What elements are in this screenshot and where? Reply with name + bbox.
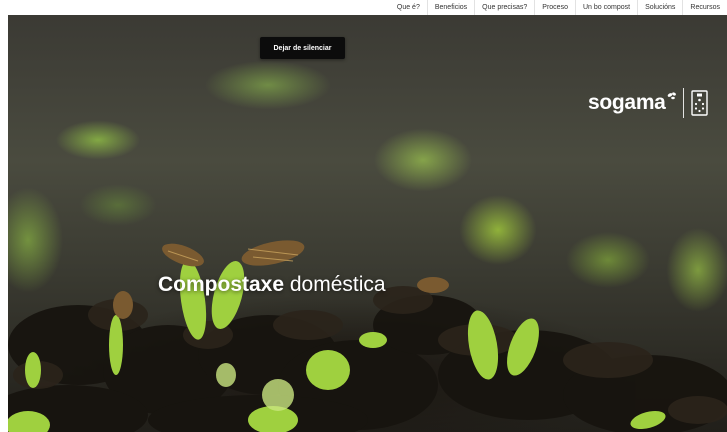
nav-item-un-bo-compost[interactable]: Un bo compost (574, 0, 637, 15)
nav-item-que-e[interactable]: Que é? (390, 0, 427, 15)
unmute-button[interactable]: Dejar de silenciar (260, 37, 345, 59)
hero-title-rest: doméstica (284, 273, 386, 296)
soil-sprouts-image (8, 240, 727, 432)
nav-item-proceso[interactable]: Proceso (534, 0, 575, 15)
hero-video[interactable]: Dejar de silenciar sogama Compostaxe dom… (8, 15, 727, 432)
logo-divider (682, 88, 684, 118)
hero-title-bold: Compostaxe (158, 273, 285, 296)
nav-item-solucions[interactable]: Solucións (637, 0, 682, 15)
galicia-shield-icon (690, 90, 708, 116)
logo-text: sogama (588, 91, 666, 114)
hero-title: Compostaxe doméstica (158, 273, 386, 297)
nav-item-que-precisas[interactable]: Que precisas? (474, 0, 534, 15)
sogama-logo[interactable]: sogama (588, 85, 708, 121)
nav-item-recursos[interactable]: Recursos (682, 0, 727, 15)
nav-item-beneficios[interactable]: Beneficios (426, 0, 474, 15)
leaf-sparkle-icon (667, 92, 676, 100)
top-navigation: Que é? Beneficios Que precisas? Proceso … (0, 0, 727, 15)
